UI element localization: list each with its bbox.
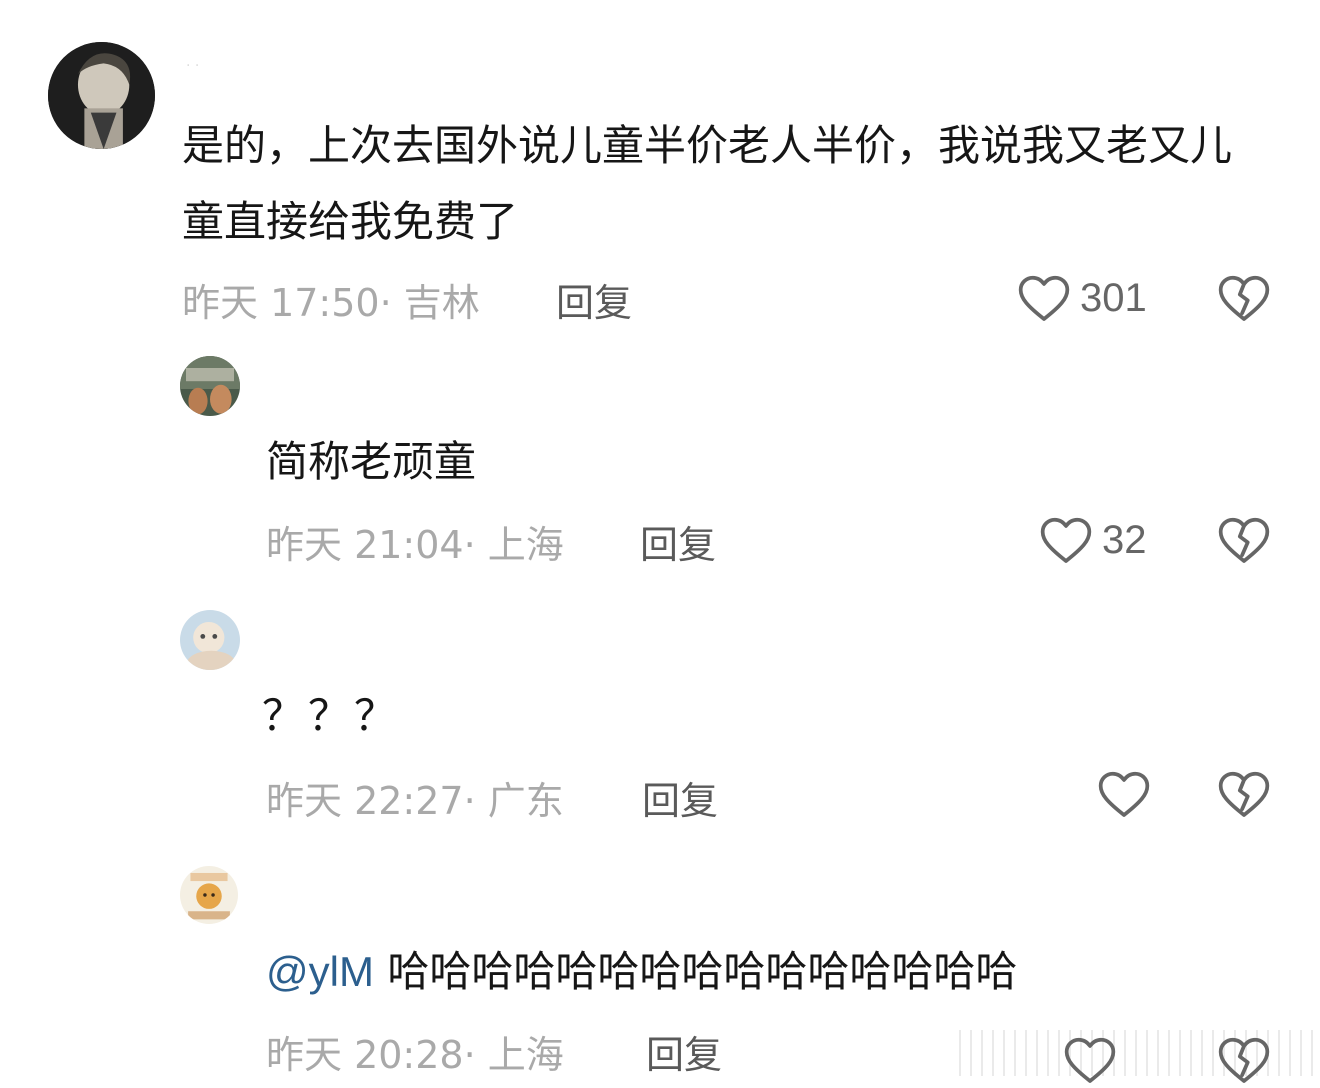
mention-link[interactable]: @ylM	[266, 948, 374, 995]
reply-button[interactable]: 回复	[642, 770, 718, 825]
avatar-image	[180, 866, 238, 924]
avatar[interactable]	[180, 356, 240, 416]
comment-4: @ylM 哈哈哈哈哈哈哈哈哈哈哈哈哈哈哈 昨天 20:28· 上海 回复	[0, 850, 1320, 1083]
avatar-image	[48, 42, 155, 149]
comment-text: ？？？	[262, 691, 401, 740]
dislike-button[interactable]	[1216, 270, 1272, 326]
comment-time-location: 昨天 17:50· 吉林	[182, 281, 480, 325]
avatar-image	[180, 356, 240, 416]
reply-button[interactable]: 回复	[640, 514, 716, 569]
avatar-image	[180, 610, 240, 670]
avatar[interactable]	[180, 610, 240, 670]
like-button[interactable]	[1096, 766, 1160, 822]
broken-heart-icon	[1218, 517, 1270, 563]
avatar[interactable]	[48, 42, 155, 149]
comment-text: 简称老顽童	[266, 437, 477, 486]
comment-2: 简称老顽童 昨天 21:04· 上海 回复 32	[0, 340, 1320, 590]
heart-outline-icon	[1040, 517, 1092, 563]
comment-1: · · 是的，上次去国外说儿童半价老人半价，我说我又老又儿童直接给我免费了 昨天…	[0, 0, 1320, 340]
like-button[interactable]: 32	[1038, 512, 1147, 568]
like-button[interactable]: 301	[1016, 270, 1147, 326]
dislike-button[interactable]	[1216, 512, 1272, 568]
comment-text: @ylM 哈哈哈哈哈哈哈哈哈哈哈哈哈哈哈	[266, 934, 1017, 1010]
like-button[interactable]	[1062, 1032, 1126, 1088]
heart-outline-icon	[1018, 275, 1070, 321]
username[interactable]: · ·	[186, 58, 199, 74]
heart-outline-icon	[1098, 771, 1150, 817]
like-count: 301	[1080, 275, 1147, 320]
reply-button[interactable]: 回复	[646, 1024, 722, 1079]
reply-button[interactable]: 回复	[556, 272, 632, 327]
dislike-button[interactable]	[1216, 766, 1272, 822]
broken-heart-icon	[1218, 771, 1270, 817]
comment-time-location: 昨天 22:27· 广东	[266, 779, 564, 823]
broken-heart-icon	[1218, 275, 1270, 321]
broken-heart-icon	[1218, 1037, 1270, 1083]
comment-time-location: 昨天 21:04· 上海	[266, 523, 564, 567]
avatar[interactable]	[180, 866, 238, 924]
heart-outline-icon	[1064, 1037, 1116, 1083]
like-count: 32	[1102, 517, 1147, 562]
comment-3: ？？？ 昨天 22:27· 广东 回复	[0, 590, 1320, 850]
dislike-button[interactable]	[1216, 1032, 1272, 1088]
comment-time-location: 昨天 20:28· 上海	[266, 1033, 564, 1077]
comment-text-body: 哈哈哈哈哈哈哈哈哈哈哈哈哈哈哈	[387, 947, 1018, 996]
comment-text: 是的，上次去国外说儿童半价老人半价，我说我又老又儿童直接给我免费了	[182, 121, 1233, 246]
